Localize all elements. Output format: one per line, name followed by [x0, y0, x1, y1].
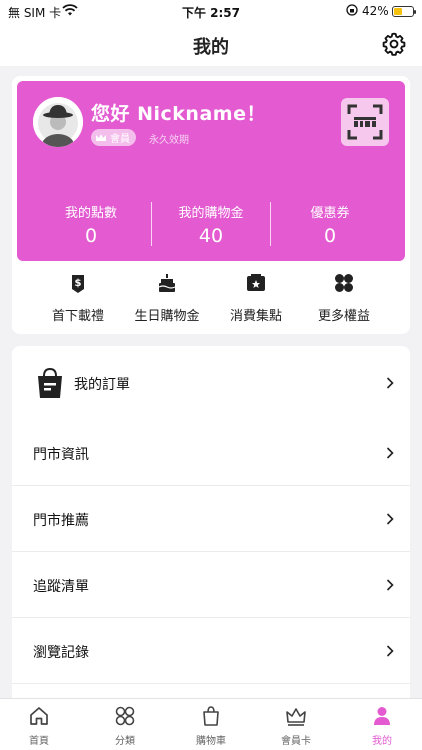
home-icon: [30, 707, 48, 725]
stat-value: 0: [323, 225, 337, 247]
tab-categories[interactable]: 分類: [83, 705, 167, 747]
perk-more-benefits[interactable]: 更多權益: [294, 268, 394, 324]
stat-label: 我的點數: [64, 206, 117, 221]
stat-value: 0: [84, 225, 98, 247]
cart-icon: [203, 706, 219, 726]
gear-icon[interactable]: [381, 31, 407, 57]
bottom-tab-bar: 首頁 分類 購物車 會員卡 我的: [0, 698, 422, 750]
menu-item-label: 門市資訊: [33, 447, 89, 463]
page-header: 我的: [0, 24, 422, 66]
more-grid-icon: [335, 274, 353, 292]
battery-percent: 42%: [362, 4, 389, 18]
menu-item-my-orders[interactable]: 我的訂單: [12, 346, 410, 422]
category-icon: [115, 706, 135, 726]
stamp-card-icon: [247, 274, 265, 291]
svg-text:$: $: [75, 278, 82, 289]
crown-icon: [286, 708, 306, 726]
menu-item-label: 追蹤清單: [33, 579, 89, 595]
member-level: 會員: [110, 134, 130, 145]
chevron-right-icon: [386, 377, 394, 389]
perk-label: 首下載禮: [51, 309, 104, 324]
chevron-right-icon: [386, 579, 394, 591]
member-level-badge: 會員: [91, 129, 136, 146]
chevron-right-icon: [386, 447, 394, 459]
rotation-lock-icon: [346, 4, 358, 16]
tab-label: 首頁: [29, 736, 49, 747]
qr-scan-icon: [347, 104, 383, 140]
perk-first-download-gift[interactable]: $ 首下載禮: [28, 268, 128, 324]
tab-home[interactable]: 首頁: [0, 705, 81, 747]
default-avatar-icon: [33, 97, 83, 147]
clock: 下午 2:57: [181, 6, 241, 20]
perk-points-collection[interactable]: 消費集點: [206, 268, 306, 324]
tab-member-card[interactable]: 會員卡: [254, 705, 338, 747]
menu-item-label: 門市推薦: [33, 513, 89, 529]
perks-row: $ 首下載禮 生日購物金 消費集點 更多權益: [12, 268, 410, 328]
greeting-text: 您好 Nickname！: [91, 103, 266, 125]
menu-item-browsing-history[interactable]: 瀏覽記錄: [12, 618, 410, 684]
page-title: 我的: [193, 37, 229, 58]
tab-cart[interactable]: 購物車: [169, 705, 253, 747]
menu-item-label: 我的訂單: [74, 377, 130, 393]
menu-item-store-recommendations[interactable]: 門市推薦: [12, 486, 410, 552]
tab-label: 會員卡: [281, 736, 311, 747]
stat-label: 我的購物金: [178, 206, 244, 221]
menu-list: 我的訂單 門市資訊 門市推薦 追蹤清單 瀏覽記錄: [12, 346, 410, 706]
perk-label: 生日購物金: [134, 309, 200, 324]
qr-scan-button[interactable]: [341, 98, 389, 146]
menu-item-watchlist[interactable]: 追蹤清單: [12, 552, 410, 618]
perk-birthday-credit[interactable]: 生日購物金: [117, 268, 217, 324]
avatar[interactable]: [33, 97, 83, 147]
status-bar: 無 SIM 卡 下午 2:57 42%: [0, 0, 422, 24]
stat-label: 優惠券: [310, 206, 350, 221]
tab-label: 購物車: [196, 736, 226, 747]
shopping-credit-stat[interactable]: 我的購物金 40: [152, 202, 270, 247]
shopping-bag-icon: [38, 367, 62, 398]
perk-label: 更多權益: [317, 309, 370, 324]
chevron-right-icon: [386, 645, 394, 657]
tab-label: 我的: [372, 736, 392, 747]
points-stat[interactable]: 我的點數 0: [32, 202, 150, 247]
member-card: 您好 Nickname！ 會員 永久效期 我的點數 0 我的購物金 40 優惠券…: [17, 81, 405, 261]
birthday-cake-icon: [158, 274, 176, 292]
menu-item-store-info[interactable]: 門市資訊: [12, 420, 410, 486]
perk-label: 消費集點: [229, 309, 282, 324]
tab-my-account[interactable]: 我的: [340, 705, 422, 747]
coupons-stat[interactable]: 優惠券 0: [271, 202, 389, 247]
stat-value: 40: [198, 225, 224, 247]
crown-icon: [96, 133, 106, 141]
person-icon: [374, 707, 390, 725]
menu-item-label: 瀏覽記錄: [33, 645, 89, 661]
battery-icon: [392, 6, 416, 17]
chevron-right-icon: [386, 513, 394, 525]
membership-validity: 永久效期: [149, 135, 189, 146]
money-bag-icon: $: [72, 275, 84, 293]
tab-label: 分類: [115, 736, 135, 747]
